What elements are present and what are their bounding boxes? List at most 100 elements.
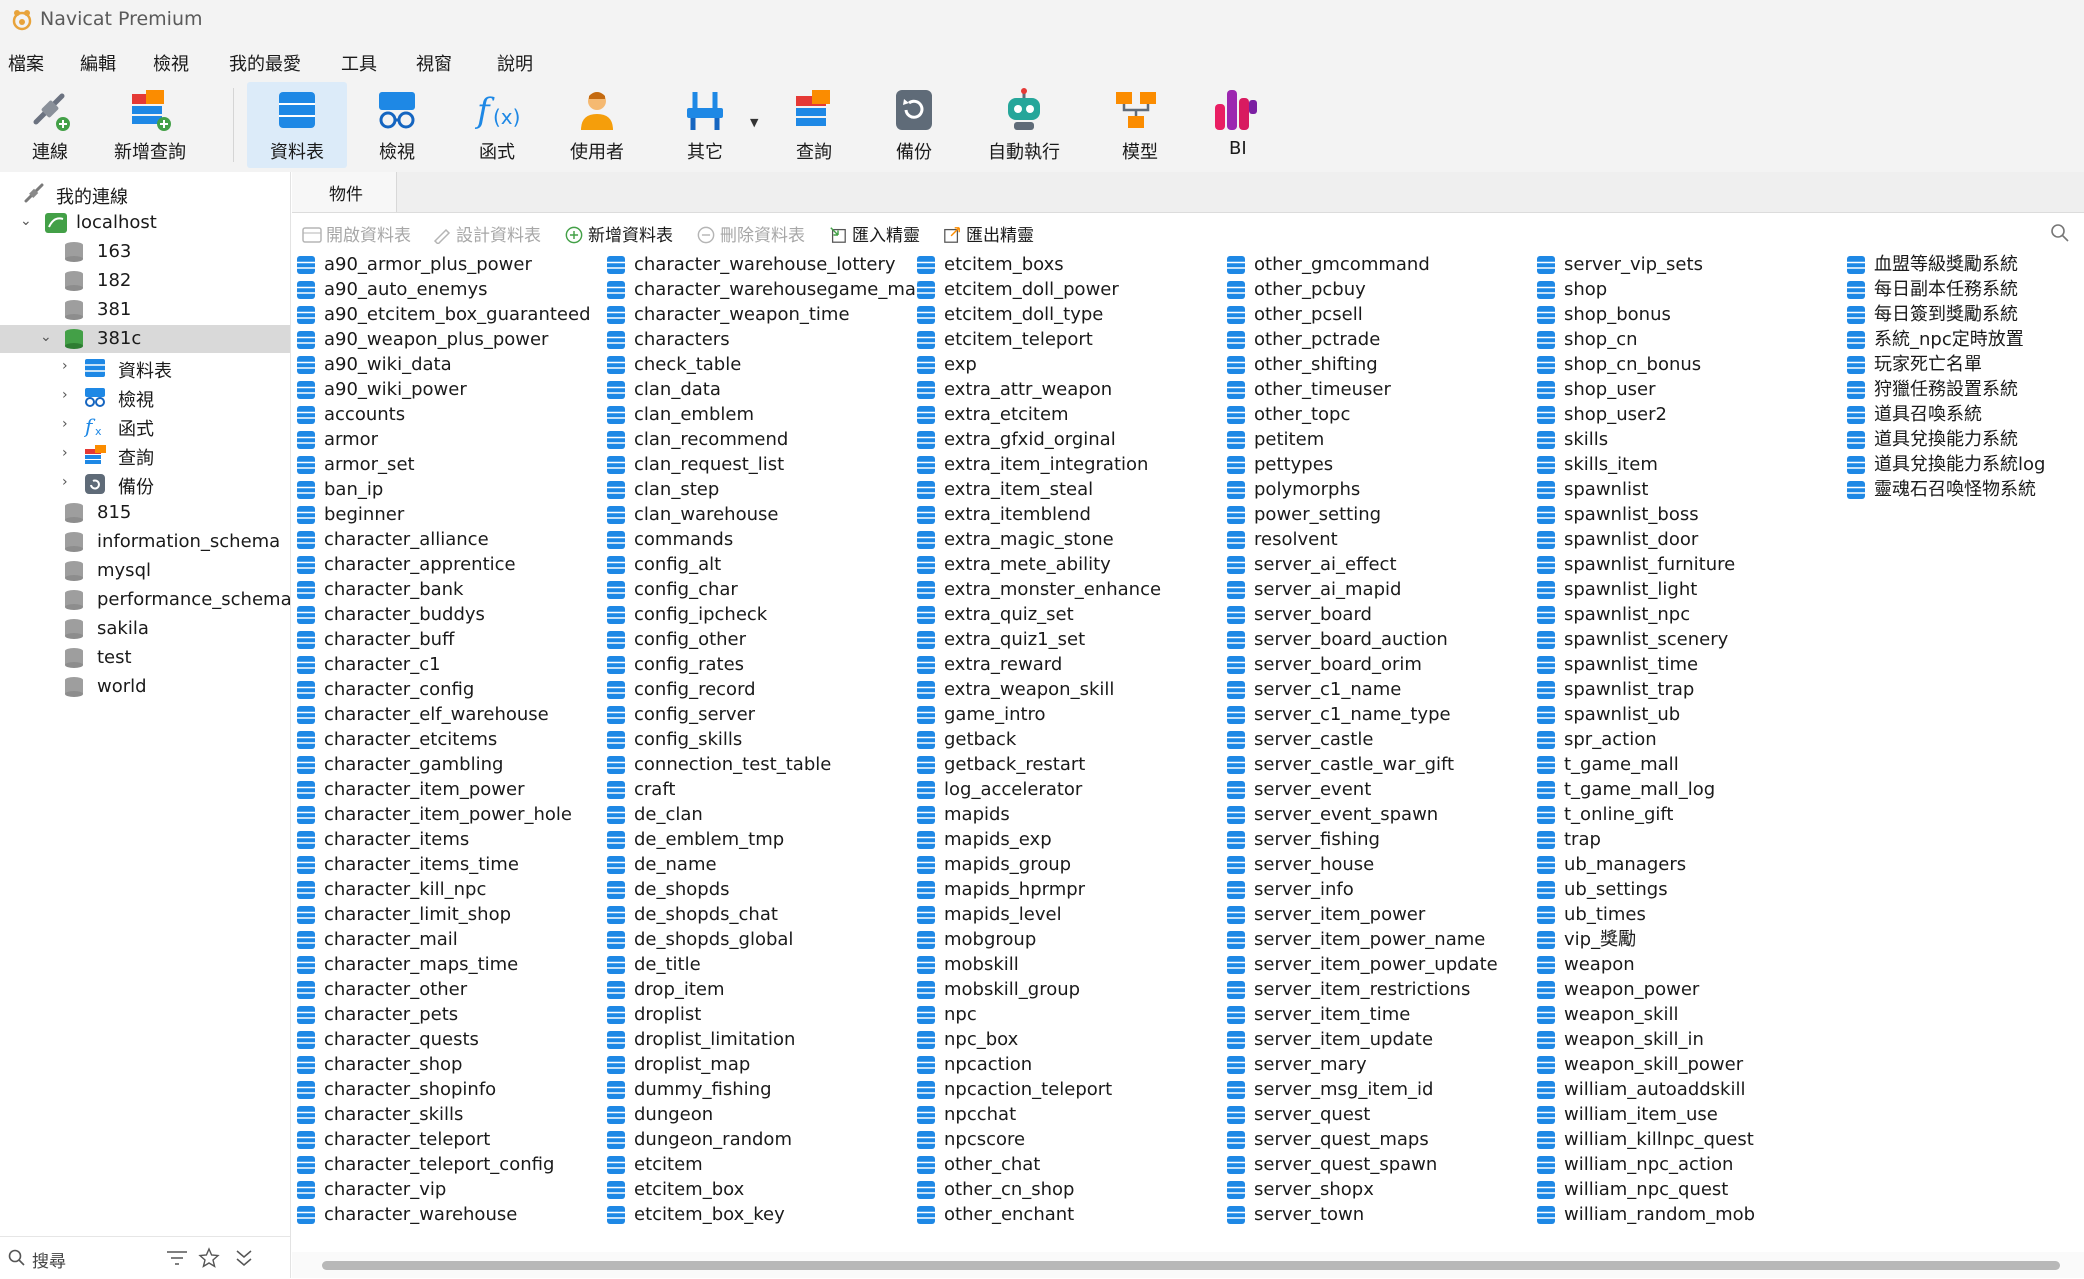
horizontal-scrollbar[interactable] [292, 1252, 2084, 1278]
expand-arrow-icon[interactable]: › [62, 387, 68, 403]
toolbar-connection-button[interactable]: 連線 [0, 82, 100, 168]
table-name: shop_cn_bonus [1564, 354, 1702, 375]
expand-arrow-icon[interactable]: › [62, 416, 68, 432]
tree-database-mysql[interactable]: mysql [0, 557, 290, 585]
toolbar-bi-button[interactable]: BI [1163, 82, 1263, 168]
tree-search-bar[interactable]: 搜尋 [0, 1236, 290, 1279]
expand-arrow-icon[interactable]: › [62, 474, 68, 490]
toolbar-new-query-button[interactable]: 新增查詢 [100, 82, 200, 168]
menu-favorites[interactable]: 我的最愛 [229, 50, 301, 76]
star-icon[interactable] [198, 1247, 220, 1269]
table-icon [916, 555, 936, 575]
tree-label: 163 [97, 241, 132, 262]
toolbar-user-button[interactable]: 使用者 [547, 82, 647, 168]
table-icon [296, 955, 316, 975]
tree-database-381[interactable]: 381 [0, 296, 290, 324]
scrollbar-thumb[interactable] [322, 1261, 2060, 1270]
other-dropdown-caret-icon[interactable]: ▼ [750, 116, 758, 129]
expand-arrow-icon[interactable]: › [62, 358, 68, 374]
tree-database-information-schema[interactable]: information_schema [0, 528, 290, 556]
tree-my-connections[interactable]: 我的連線 [0, 180, 290, 208]
tree-connection-localhost[interactable]: ⌄ localhost [0, 209, 290, 237]
toolbar-backup-button[interactable]: 備份 [864, 82, 964, 168]
tree-node-backups[interactable]: › 備份 [0, 470, 290, 498]
table-name: character_teleport [324, 1129, 491, 1150]
table-name: 血盟等級獎勵系統 [1874, 254, 2018, 275]
table-name: etcitem_box_key [634, 1204, 785, 1225]
expand-arrow-icon[interactable]: › [62, 445, 68, 461]
table-name: config_other [634, 629, 747, 650]
export-wizard-button[interactable]: 匯出精靈 [942, 221, 1034, 246]
filter-icon[interactable] [166, 1249, 188, 1267]
table-name: server_board_auction [1254, 629, 1448, 650]
table-name: character_item_power_hole [324, 804, 572, 825]
table-icon [1226, 580, 1246, 600]
toolbar-query-button[interactable]: 查詢 [764, 82, 864, 168]
menu-file[interactable]: 檔案 [8, 50, 44, 76]
menu-edit[interactable]: 編輯 [80, 50, 116, 76]
toolbar-table-button[interactable]: 資料表 [247, 82, 347, 168]
tree-label: 查詢 [118, 448, 154, 469]
table-icon [296, 730, 316, 750]
export-wizard-label: 匯出精靈 [966, 226, 1034, 246]
design-table-button[interactable]: 設計資料表 [432, 221, 541, 246]
toolbar-view-button[interactable]: 檢視 [347, 82, 447, 168]
table-icon [1536, 1205, 1556, 1225]
table-icon [1536, 580, 1556, 600]
toolbar-other-button[interactable]: 其它 [655, 82, 755, 168]
menu-tools[interactable]: 工具 [341, 50, 377, 76]
table-icon [1226, 1180, 1246, 1200]
table-icon [606, 1130, 626, 1150]
tree-database-815[interactable]: 815 [0, 499, 290, 527]
table-icon [1226, 330, 1246, 350]
tree-node-tables[interactable]: › 資料表 [0, 354, 290, 382]
table-icon [1536, 730, 1556, 750]
menu-help[interactable]: 說明 [497, 50, 533, 76]
table-icon [296, 280, 316, 300]
table-icon [1536, 905, 1556, 925]
collapse-all-icon[interactable] [234, 1249, 254, 1267]
collapse-arrow-icon[interactable]: ⌄ [20, 213, 32, 229]
table-icon [1226, 405, 1246, 425]
tab-objects[interactable]: 物件 [292, 172, 397, 212]
new-table-button[interactable]: 新增資料表 [564, 221, 673, 246]
table-icon [296, 505, 316, 525]
import-wizard-label: 匯入精靈 [852, 226, 920, 246]
toolbar-model-button[interactable]: 模型 [1064, 82, 1164, 168]
tree-database-test[interactable]: test [0, 644, 290, 672]
table-name: craft [634, 779, 676, 800]
tree-database-world[interactable]: world [0, 673, 290, 701]
table-icon [1226, 930, 1246, 950]
tree-node-queries[interactable]: › 查詢 [0, 441, 290, 469]
table-name: config_ipcheck [634, 604, 768, 625]
object-search-icon[interactable] [2050, 223, 2070, 243]
tree-database-sakila[interactable]: sakila [0, 615, 290, 643]
table-name: a90_wiki_power [324, 379, 467, 400]
table-icon [1536, 405, 1556, 425]
tree-label: information_schema [97, 531, 281, 552]
table-icon [606, 280, 626, 300]
toolbar-function-button[interactable]: f (x) 函式 [447, 82, 547, 168]
tree-database-163[interactable]: 163 [0, 238, 290, 266]
tree-database-performance-schema[interactable]: performance_schema [0, 586, 292, 614]
tree-database-182[interactable]: 182 [0, 267, 290, 295]
table-name: armor_set [324, 454, 415, 475]
tree-search-placeholder[interactable]: 搜尋 [32, 1247, 66, 1272]
table-name: other_gmcommand [1254, 254, 1430, 275]
tree-database-381c[interactable]: ⌄ 381c [0, 325, 290, 353]
menu-window[interactable]: 視窗 [416, 50, 452, 76]
open-table-button[interactable]: 開啟資料表 [302, 221, 411, 246]
collapse-arrow-icon[interactable]: ⌄ [40, 329, 52, 345]
table-name: droplist [634, 1004, 702, 1025]
delete-table-button[interactable]: 刪除資料表 [696, 221, 805, 246]
table-icon [1536, 830, 1556, 850]
tree-node-views[interactable]: › 檢視 [0, 383, 290, 411]
menu-view[interactable]: 檢視 [153, 50, 189, 76]
bi-icon [1215, 90, 1257, 130]
table-name: william_random_mob [1564, 1204, 1756, 1225]
table-icon [606, 255, 626, 275]
table-name: extra_item_steal [944, 479, 1094, 500]
tree-node-functions[interactable]: › fx 函式 [0, 412, 290, 440]
import-wizard-button[interactable]: 匯入精靈 [828, 221, 920, 246]
table-name: other_pcbuy [1254, 279, 1366, 300]
